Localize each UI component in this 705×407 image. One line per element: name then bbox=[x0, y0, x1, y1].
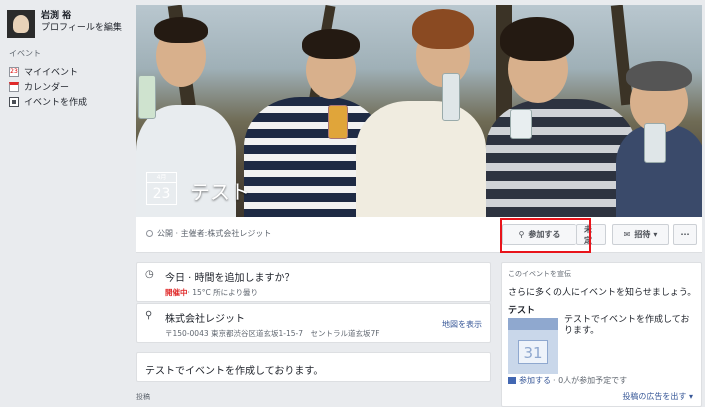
show-map-link[interactable]: 地図を表示 bbox=[442, 319, 482, 330]
promote-heading: このイベントを宣伝 bbox=[508, 270, 571, 278]
event-month: 4月 bbox=[147, 173, 176, 183]
tree-trunk bbox=[610, 5, 634, 106]
profile-block[interactable]: 岩渕 裕 プロフィールを編集 bbox=[7, 10, 122, 38]
attendee-count: · 0人が参加予定です bbox=[553, 376, 628, 385]
event-day: 23 bbox=[152, 186, 171, 202]
event-info-bar: 公開 · 主催者: 株式会社レジット ⚲ 参加する 未定 ✉ 招待 ▾ ··· bbox=[136, 217, 702, 253]
sidebar-item-label: マイイベント bbox=[24, 68, 79, 78]
boost-post-button[interactable]: 投稿の広告を出す ▾ bbox=[622, 391, 693, 402]
highlight-annotation bbox=[500, 218, 591, 253]
clock-icon: ◷ bbox=[145, 269, 154, 280]
events-section-label: イベント bbox=[9, 49, 41, 58]
event-location-card: ⚲ 株式会社レジット 〒150-0043 東京都渋谷区道玄坂1-15-7 セント… bbox=[136, 303, 491, 343]
sidebar-item-create-event[interactable]: イベントを作成 bbox=[9, 94, 87, 109]
calendar-icon bbox=[9, 81, 19, 92]
event-privacy: 公開 · 主催者: 株式会社レジット bbox=[146, 228, 271, 239]
calendar-thumbnail-number: 31 bbox=[518, 340, 548, 364]
promote-description: さらに多くの人にイベントを知らせましょう。 bbox=[508, 288, 697, 298]
location-address: 〒150-0043 東京都渋谷区道玄坂1-15-7 セントラル道玄坂7F bbox=[165, 329, 380, 338]
edit-profile-link[interactable]: プロフィールを編集 bbox=[41, 22, 122, 34]
sidebar-item-calendar[interactable]: カレンダー bbox=[9, 79, 87, 94]
calendar-small-icon bbox=[508, 377, 516, 384]
calendar-23-icon: 23 bbox=[9, 66, 19, 77]
status-badge: 開催中 bbox=[165, 288, 188, 297]
more-options-button[interactable]: ··· bbox=[673, 224, 697, 245]
avatar[interactable] bbox=[7, 10, 35, 38]
event-time[interactable]: 今日 · 時間を追加しますか？ bbox=[165, 269, 295, 284]
sidebar-item-label: カレンダー bbox=[24, 83, 70, 93]
event-time-card: ◷ 今日 · 時間を追加しますか？ 開催中· 15°C 所により曇り bbox=[136, 262, 491, 302]
chevron-down-icon: ▾ bbox=[653, 230, 658, 239]
map-pin-icon: ⚲ bbox=[145, 310, 153, 321]
cover-photo: 4月 23 テスト bbox=[136, 5, 702, 217]
invite-label: 招待 bbox=[634, 230, 651, 239]
promote-event-name: テスト bbox=[508, 306, 536, 316]
host-link[interactable]: 株式会社レジット bbox=[207, 228, 271, 239]
promote-stats: 参加する · 0人が参加予定です bbox=[508, 375, 627, 386]
event-title: テスト bbox=[190, 180, 250, 204]
sidebar-item-my-events[interactable]: 23 マイイベント bbox=[9, 64, 87, 79]
privacy-label: 公開 · 主催者: bbox=[157, 229, 208, 238]
event-date-badge: 4月 23 bbox=[146, 172, 177, 205]
globe-icon bbox=[146, 230, 153, 237]
weather-text: · 15°C 所により曇り bbox=[187, 288, 259, 297]
left-sidebar: 岩渕 裕 プロフィールを編集 イベント 23 マイイベント カレンダー イベント… bbox=[0, 0, 133, 407]
posts-section-label: 投稿 bbox=[136, 393, 150, 401]
location-name[interactable]: 株式会社レジット bbox=[165, 310, 380, 325]
event-description-card: テストでイベントを作成しております。 bbox=[136, 352, 491, 382]
sidebar-item-label: イベントを作成 bbox=[24, 98, 88, 108]
sidebar-list: 23 マイイベント カレンダー イベントを作成 bbox=[9, 64, 87, 109]
promote-event-panel: このイベントを宣伝 さらに多くの人にイベントを知らせましょう。 テスト 31 テ… bbox=[501, 262, 702, 407]
profile-name[interactable]: 岩渕 裕 bbox=[41, 10, 122, 22]
invite-button[interactable]: ✉ 招待 ▾ bbox=[612, 224, 669, 245]
calendar-thumbnail-icon: 31 bbox=[508, 318, 558, 374]
event-description: テストでイベントを作成しております。 bbox=[145, 366, 324, 377]
promote-join-link[interactable]: 参加する bbox=[519, 375, 551, 386]
create-event-icon bbox=[9, 96, 19, 107]
promote-event-text: テストでイベントを作成しております。 bbox=[564, 315, 690, 336]
envelope-icon: ✉ bbox=[623, 230, 631, 239]
